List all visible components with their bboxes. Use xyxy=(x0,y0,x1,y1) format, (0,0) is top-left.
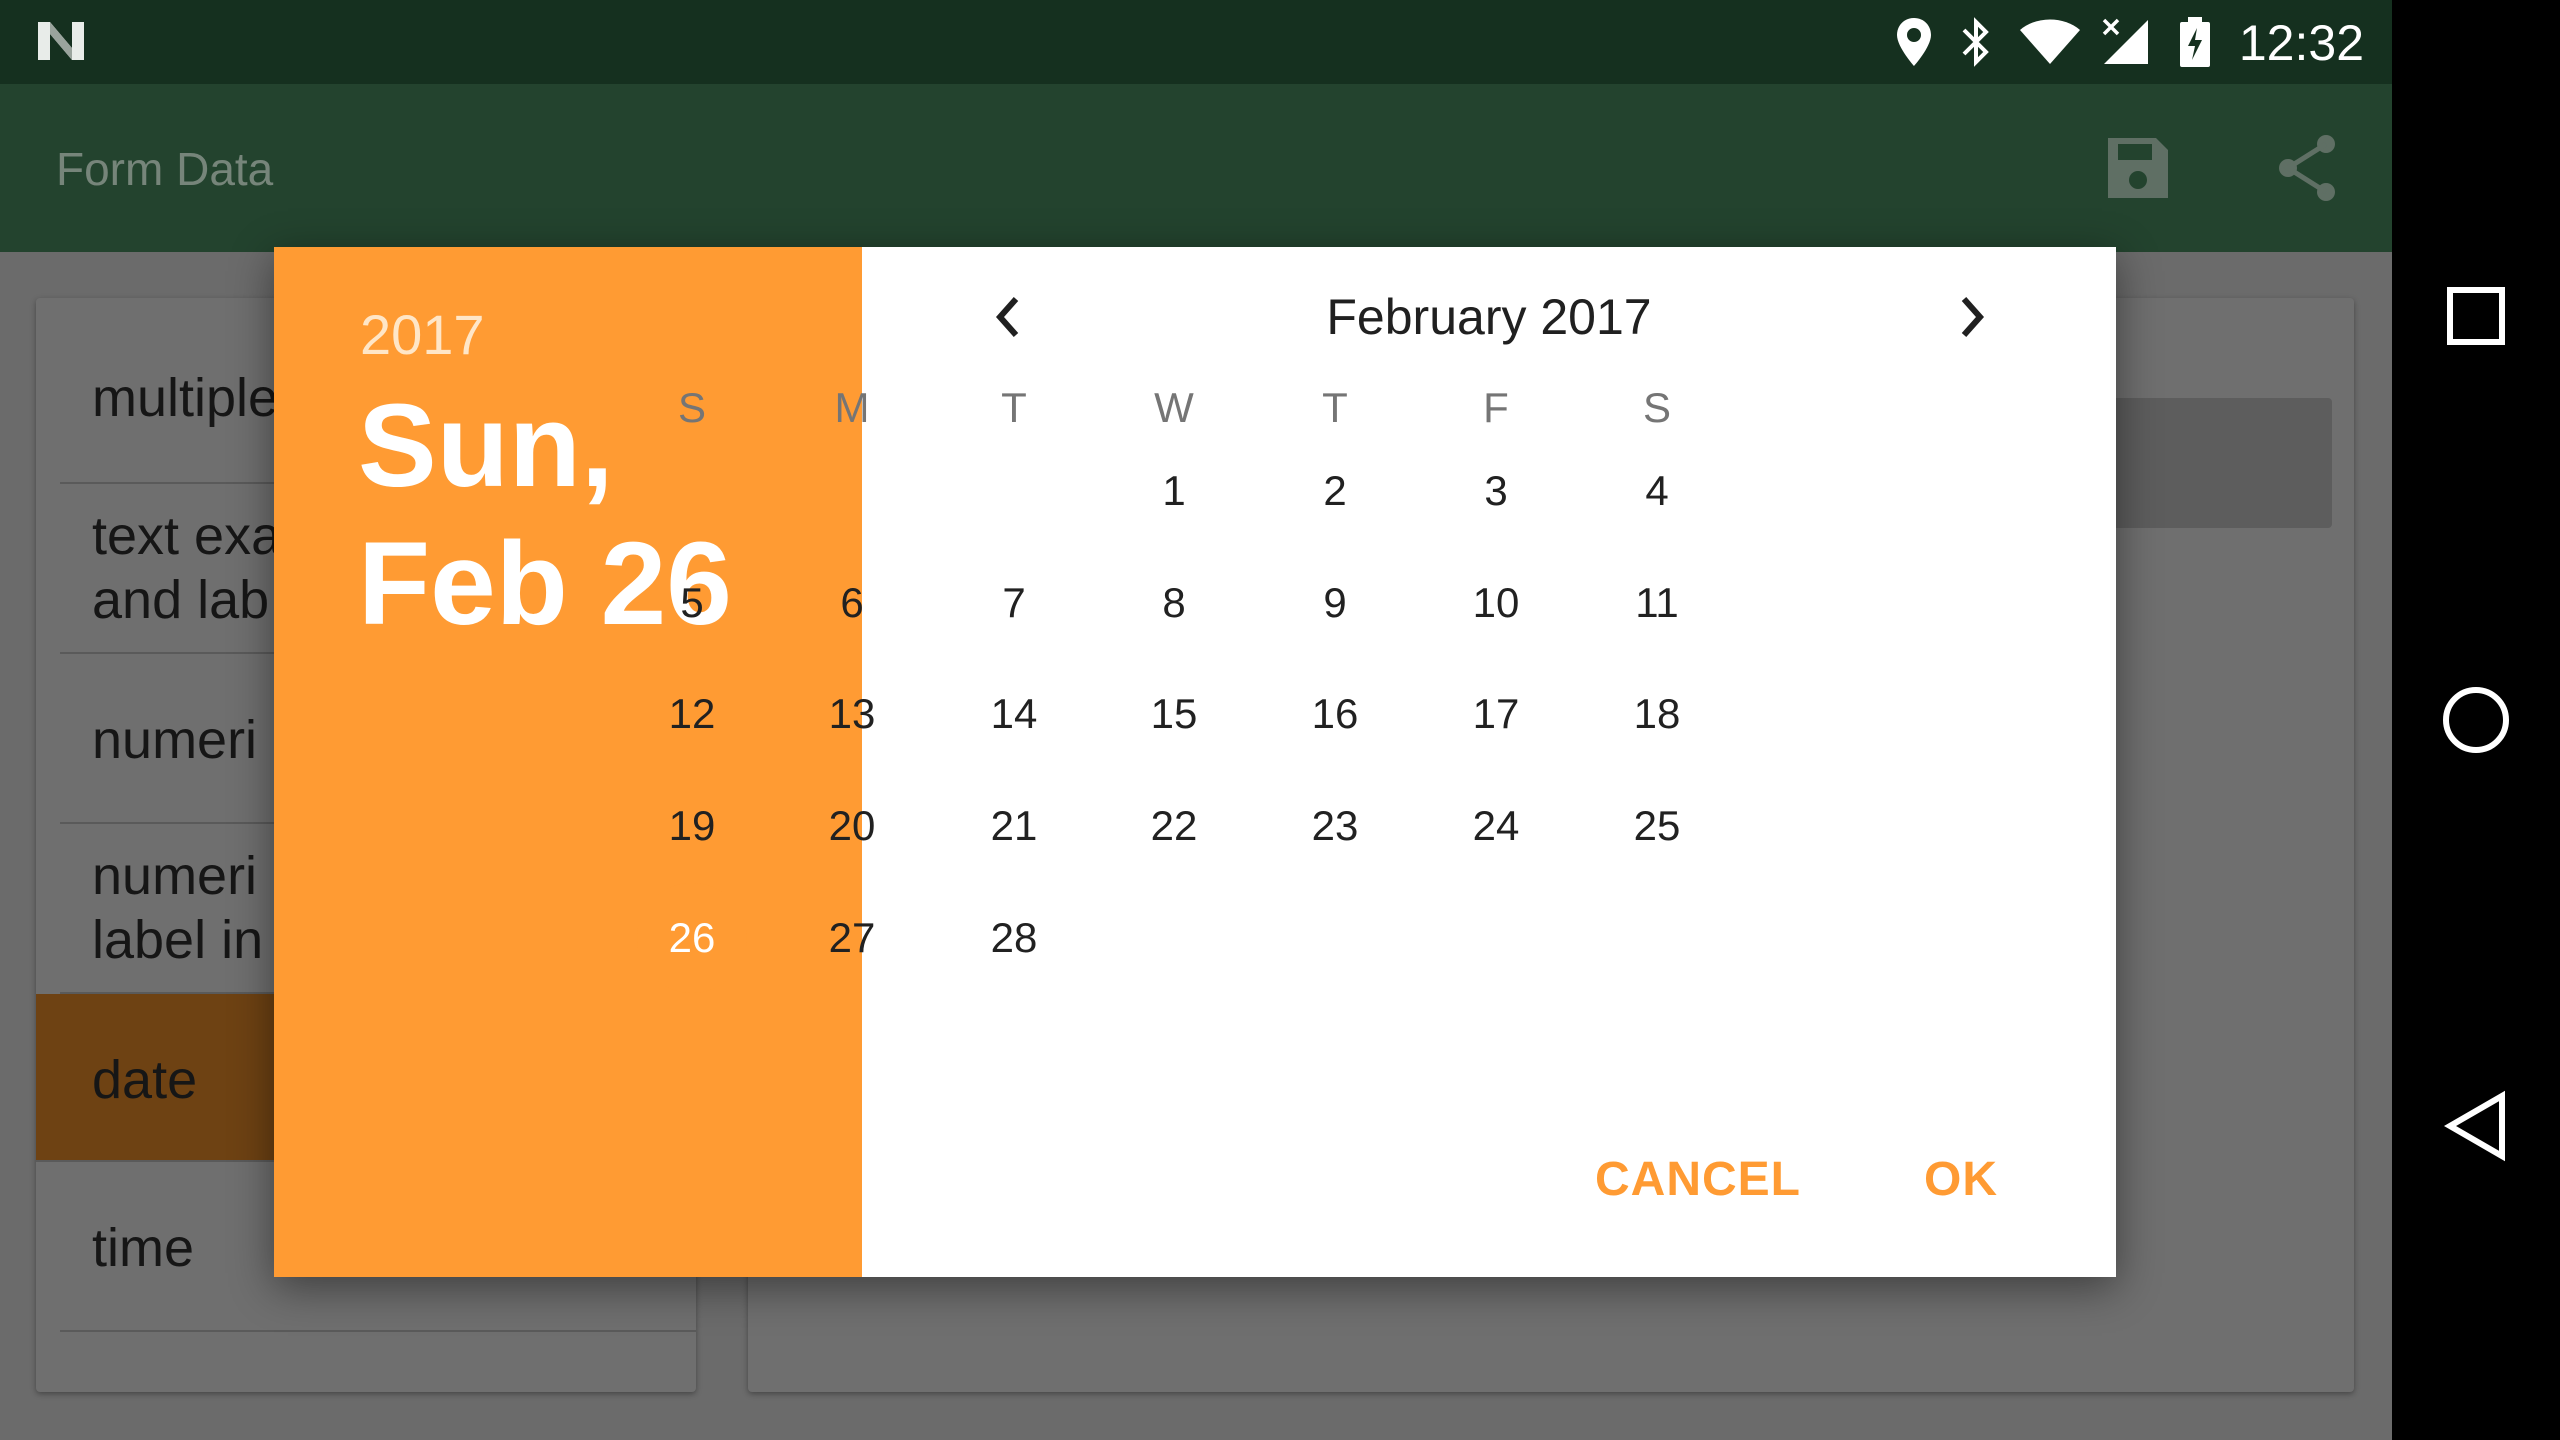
calendar-day[interactable]: 6 xyxy=(797,548,907,658)
calendar-day[interactable]: 16 xyxy=(1280,659,1390,769)
calendar-day[interactable]: 5 xyxy=(637,548,747,658)
calendar-day[interactable]: 20 xyxy=(797,771,907,881)
status-time: 12:32 xyxy=(2238,15,2364,71)
calendar-day[interactable]: 9 xyxy=(1280,548,1390,658)
calendar-day[interactable]: 1 xyxy=(1119,436,1229,546)
share-icon[interactable] xyxy=(2270,130,2346,206)
calendar-day[interactable]: 15 xyxy=(1119,659,1229,769)
calendar-day[interactable]: 7 xyxy=(959,548,1069,658)
weekday-label: T xyxy=(1322,384,1348,431)
cancel-button[interactable]: CANCEL xyxy=(1595,1151,1801,1209)
navigation-bar xyxy=(2392,0,2560,1440)
calendar-day[interactable]: 25 xyxy=(1602,771,1712,881)
weekday-label: T xyxy=(1001,384,1027,431)
calendar-day[interactable]: 13 xyxy=(797,659,907,769)
weekday-label: M xyxy=(834,384,870,431)
wifi-icon xyxy=(2020,19,2080,64)
calendar-day[interactable]: 18 xyxy=(1602,659,1712,769)
n-logo-icon xyxy=(38,22,84,60)
calendar-day[interactable]: 27 xyxy=(797,883,907,993)
status-bar: 12:32 xyxy=(0,0,2392,84)
header-year[interactable]: 2017 xyxy=(360,303,485,367)
app-bar: Form Data xyxy=(0,84,2392,252)
date-picker-header: 2017 Sun, Feb 26 xyxy=(274,247,862,1277)
calendar-day[interactable]: 14 xyxy=(959,659,1069,769)
chevron-right-icon xyxy=(1961,297,1985,337)
next-month-button[interactable] xyxy=(1936,281,2008,353)
calendar-day[interactable]: 19 xyxy=(637,771,747,881)
weekday-label: F xyxy=(1483,384,1509,431)
calendar-day[interactable]: 4 xyxy=(1602,436,1712,546)
screen: 12:32 Form Data multiple text exa and la… xyxy=(0,0,2392,1440)
weekday-label: S xyxy=(677,384,706,431)
month-title: February 2017 xyxy=(1326,289,1652,345)
calendar-day[interactable]: 10 xyxy=(1441,548,1551,658)
calendar-day[interactable]: 11 xyxy=(1602,548,1712,658)
back-icon[interactable] xyxy=(2432,1082,2520,1170)
recents-icon[interactable] xyxy=(2432,272,2520,360)
home-icon[interactable] xyxy=(2432,676,2520,764)
calendar-day[interactable]: 3 xyxy=(1441,436,1551,546)
calendar-day[interactable]: 22 xyxy=(1119,771,1229,881)
signal-icon xyxy=(2102,18,2148,64)
calendar-day[interactable]: 8 xyxy=(1119,548,1229,658)
calendar-day-selected[interactable]: 26 xyxy=(637,883,747,993)
save-icon[interactable] xyxy=(2100,130,2176,206)
ok-button[interactable]: OK xyxy=(1924,1151,1998,1209)
calendar-panel: February 2017 SMTWTFS 1 2 3 4 5 6 7 8 9 10 11 12 13 1… xyxy=(637,247,2116,1277)
calendar-day[interactable]: 21 xyxy=(959,771,1069,881)
calendar-day[interactable]: 23 xyxy=(1280,771,1390,881)
weekday-label: W xyxy=(1154,384,1194,431)
date-picker-dialog: 2017 Sun, Feb 26 February 2017 SMTWTFS 1… xyxy=(274,247,2116,1277)
bluetooth-icon xyxy=(1962,17,1989,67)
calendar-day[interactable]: 2 xyxy=(1280,436,1390,546)
weekday-label: S xyxy=(1642,384,1671,431)
calendar-day[interactable]: 24 xyxy=(1441,771,1551,881)
battery-charging-icon xyxy=(2180,17,2210,67)
app-title: Form Data xyxy=(56,143,274,195)
location-icon xyxy=(1897,18,1931,66)
header-selected-date[interactable]: Sun, Feb 26 xyxy=(358,377,838,653)
calendar-day[interactable]: 17 xyxy=(1441,659,1551,769)
calendar-day[interactable]: 12 xyxy=(637,659,747,769)
calendar-day[interactable]: 28 xyxy=(959,883,1069,993)
